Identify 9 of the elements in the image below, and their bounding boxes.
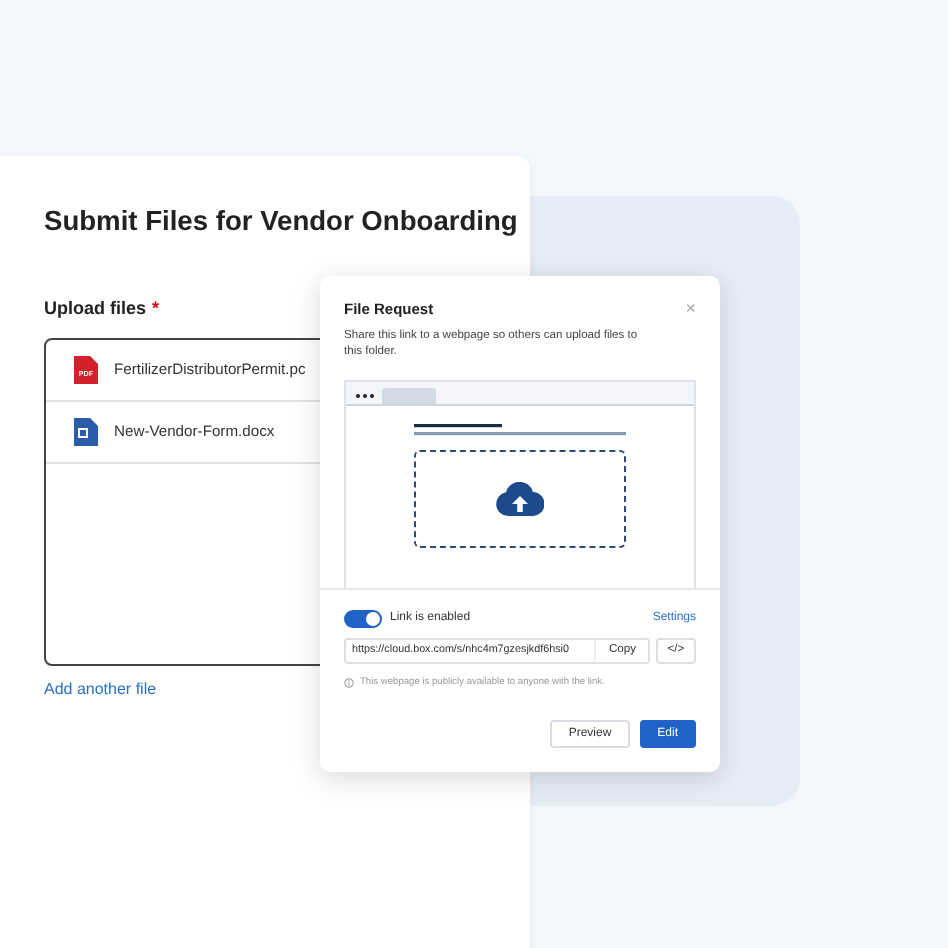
form-title: Submit Files for Vendor Onboarding	[44, 204, 518, 240]
info-icon	[344, 677, 354, 688]
cloud-upload-icon	[496, 481, 544, 516]
add-file-link[interactable]: Add another file	[44, 679, 157, 698]
required-mark: *	[152, 297, 160, 318]
word-file-icon	[74, 417, 98, 446]
dots-icon	[356, 393, 374, 398]
link-toggle[interactable]	[344, 609, 382, 628]
upload-label: Upload files	[44, 297, 147, 318]
